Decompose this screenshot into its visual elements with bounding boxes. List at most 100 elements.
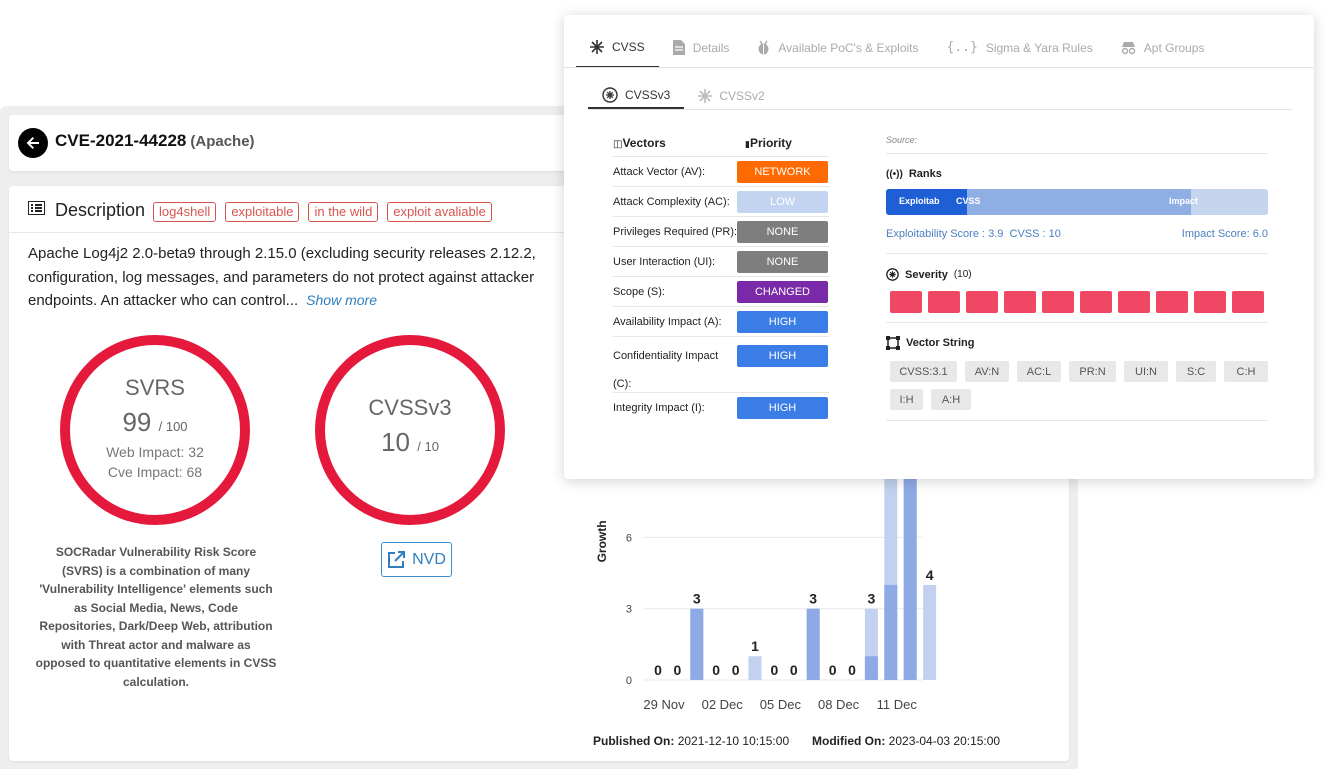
severity-cell — [1118, 291, 1150, 313]
y-tick-label: 6 — [626, 532, 632, 544]
data-label: 3 — [809, 591, 817, 607]
cvss-details: Source: ((•)) Ranks Exploitab CVSS Impact… — [886, 135, 1268, 421]
back-button[interactable] — [18, 128, 48, 158]
impact-score: Impact Score: 6.0 — [1181, 228, 1268, 240]
svrs-score: 99 / 100 — [122, 407, 188, 437]
tag[interactable]: in the wild — [308, 202, 379, 222]
x-tick-label: 29 Nov — [643, 697, 685, 712]
vector-chip: PR:N — [1069, 361, 1116, 382]
vector-row: Attack Vector (AV): NETWORK — [613, 156, 829, 186]
bar-segment — [690, 608, 704, 680]
bar-segment — [884, 584, 898, 680]
severity-cell — [1156, 291, 1188, 313]
y-axis-label: Growth — [595, 520, 609, 562]
tag[interactable]: log4shell — [153, 202, 217, 222]
vectors-table: ◫Vectors ▮Priority Attack Vector (AV): NE… — [613, 136, 829, 422]
ranks-legend: Exploitability Score : 3.9 CVSS : 10 Imp… — [886, 228, 1268, 240]
severity-cell — [1080, 291, 1112, 313]
cve-impact: Cve Impact: 68 — [107, 464, 203, 480]
description-line: endpoints. An attacker who can control..… — [28, 292, 377, 309]
list-icon — [28, 201, 45, 215]
bug-icon — [758, 40, 769, 55]
ranks-legend-left: Exploitability Score : 3.9 CVSS : 10 — [886, 228, 1061, 240]
arrow-left-icon — [26, 137, 39, 149]
vector-string-chips: CVSS:3.1 AV:N AC:L PR:N UI:N S:C C:H I:H A:H — [890, 361, 1270, 410]
severity-cell — [1004, 291, 1036, 313]
vector-chip: I:H — [890, 389, 923, 410]
severity-cell — [1042, 291, 1074, 313]
y-tick-label: 0 — [626, 675, 632, 687]
vectors-table-header: ◫Vectors ▮Priority — [613, 136, 829, 156]
divider — [886, 253, 1268, 254]
data-label: 1 — [751, 638, 759, 654]
svrs-ring: SVRS 99 / 100 Web Impact: 32 Cve Impact:… — [60, 335, 250, 525]
bar-segment — [806, 608, 820, 680]
cve-id: CVE-2021-44228 — [55, 131, 187, 150]
cvss-panel: CVSS Details Available PoC's & Exploits … — [564, 15, 1314, 479]
x-tick-label: 11 Dec — [877, 697, 918, 712]
description-line: Apache Log4j2 2.0-beta9 through 2.15.0 (… — [28, 245, 536, 262]
severity-cell — [1232, 291, 1264, 313]
vector-badge: CHANGED — [737, 280, 828, 303]
source-label: Source: — [886, 135, 1268, 154]
vector-row: Attack Complexity (AC): LOW — [613, 186, 829, 216]
asterisk-icon — [698, 88, 713, 103]
svrs-caption: SOCRadar Vulnerability Risk Score (SVRS)… — [35, 545, 277, 689]
subtab-cvssv2[interactable]: CVSSv2 — [684, 82, 778, 109]
vector-string-title: Vector String — [886, 336, 1268, 350]
web-impact: Web Impact: 32 — [106, 444, 204, 460]
ranks-bar-impact-label: Impact — [1169, 196, 1199, 206]
x-tick-label: 02 Dec — [702, 697, 744, 712]
show-more-link[interactable]: Show more — [306, 292, 377, 308]
ranks-bar-exploitab-label: Exploitab — [899, 196, 940, 206]
tab-details[interactable]: Details — [659, 27, 744, 68]
cvss-ring-score: 10 / 10 — [381, 427, 439, 457]
vector-badge: NETWORK — [737, 160, 828, 183]
document-icon — [672, 40, 685, 55]
x-tick-label: 05 Dec — [760, 697, 802, 712]
data-label: 0 — [732, 662, 740, 678]
cvss-ring-title: CVSSv3 — [368, 395, 452, 420]
data-label: 0 — [771, 662, 779, 678]
vector-row: User Interaction (UI): NONE — [613, 246, 829, 276]
divider — [886, 322, 1268, 323]
nvd-button[interactable]: NVD — [381, 542, 452, 577]
vector-chip: S:C — [1176, 361, 1216, 382]
vector-badge: NONE — [737, 220, 828, 243]
svrs-title: SVRS — [125, 375, 185, 400]
circled-asterisk-icon — [602, 86, 618, 103]
tab-cvss[interactable]: CVSS — [576, 27, 659, 68]
data-label: 0 — [674, 662, 682, 678]
asterisk-icon — [590, 39, 604, 54]
tab-sigma-yara[interactable]: {..} Sigma & Yara Rules — [933, 27, 1107, 68]
divider — [886, 420, 1268, 421]
tab-apt-groups[interactable]: Apt Groups — [1107, 27, 1219, 68]
data-label: 0 — [848, 662, 856, 678]
bar-segment — [864, 656, 878, 680]
vector-chip: AC:L — [1017, 361, 1061, 382]
cve-title: CVE-2021-44228 (Apache) — [55, 131, 255, 151]
data-label: 0 — [712, 662, 720, 678]
vector-badge: HIGH — [737, 345, 828, 367]
bar — [923, 584, 937, 680]
growth-chart: 0 3 6 Growth 0 0 3 0 0 1 0 0 3 0 0 3 4 29 Nov 02 Dec 05 Dec… — [584, 478, 964, 718]
y-tick-label: 3 — [626, 604, 632, 616]
data-label: 0 — [790, 662, 798, 678]
tag[interactable]: exploit avaliable — [387, 202, 492, 222]
priority-header: ▮Priority — [745, 136, 792, 150]
bar — [748, 656, 762, 680]
tabs-divider — [564, 67, 1314, 68]
vectors-header: ◫Vectors — [613, 136, 666, 150]
vector-chip: UI:N — [1124, 361, 1168, 382]
description-line: configuration, log messages, and paramet… — [28, 268, 535, 286]
modified-date: Modified On: 2023-04-03 20:15:00 — [812, 734, 1001, 748]
signal-icon: ((•)) — [886, 168, 903, 180]
tab-pocs-exploits[interactable]: Available PoC's & Exploits — [743, 27, 932, 68]
external-link-icon — [388, 550, 406, 568]
data-label: 3 — [693, 591, 701, 607]
subtab-cvssv3[interactable]: CVSSv3 — [588, 82, 685, 109]
vector-badge: HIGH — [737, 310, 828, 333]
vector-row: Integrity Impact (I): HIGH — [613, 392, 829, 422]
tag[interactable]: exploitable — [225, 202, 300, 222]
vector-chip: CVSS:3.1 — [890, 361, 957, 382]
